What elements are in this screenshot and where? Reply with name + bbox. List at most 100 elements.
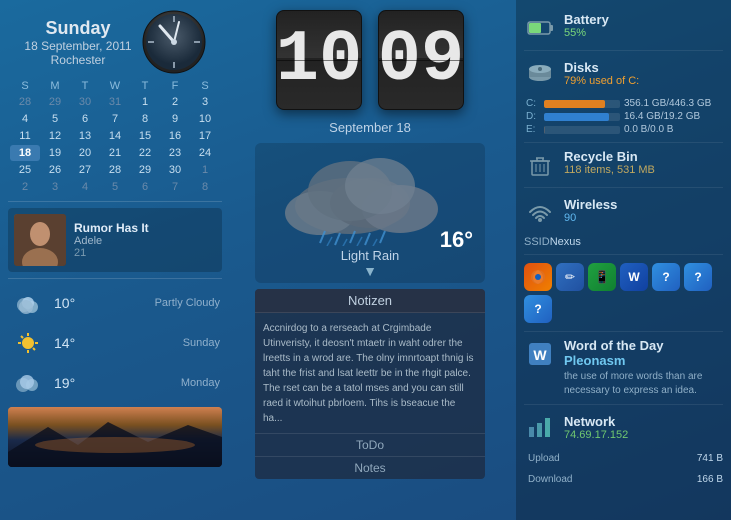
cloudy-icon bbox=[12, 371, 44, 395]
cal-cell[interactable]: 7 bbox=[160, 179, 190, 195]
wireless-signal: 90 bbox=[564, 212, 723, 224]
cal-cell[interactable]: 1 bbox=[130, 94, 160, 110]
cal-cell[interactable]: 20 bbox=[70, 145, 100, 161]
disks-subtitle: 79% used of C: bbox=[564, 75, 723, 87]
recycle-info: Recycle Bin 118 items, 531 MB bbox=[564, 149, 723, 176]
right-panel: Battery 55% Disks 79% used of C: C: bbox=[516, 0, 731, 520]
notes-label[interactable]: Notes bbox=[255, 456, 485, 479]
cal-cell[interactable]: 19 bbox=[40, 145, 70, 161]
cal-cell[interactable]: 2 bbox=[10, 179, 40, 195]
album-art bbox=[14, 214, 66, 266]
track-title: Rumor Has It bbox=[74, 221, 149, 235]
left-panel: Sunday 18 September, 2011 Rochester bbox=[0, 0, 230, 520]
firefox-svg bbox=[529, 268, 547, 286]
cal-cell[interactable]: 5 bbox=[40, 111, 70, 127]
cal-cell[interactable]: 30 bbox=[70, 94, 100, 110]
disk-row-d: D: 16.4 GB/19.2 GB bbox=[524, 110, 723, 123]
word-icon[interactable]: W bbox=[620, 263, 648, 291]
track-info: Rumor Has It Adele 21 bbox=[74, 221, 149, 259]
cal-cell[interactable]: 12 bbox=[40, 128, 70, 144]
cal-cell[interactable]: 30 bbox=[160, 162, 190, 178]
wireless-info: Wireless 90 bbox=[564, 197, 723, 224]
cal-cell[interactable]: 21 bbox=[100, 145, 130, 161]
calendar-header: S M T W T F S bbox=[10, 80, 220, 92]
analog-clock bbox=[142, 10, 206, 74]
cal-cell[interactable]: 17 bbox=[190, 128, 220, 144]
disk-used-c: 356.1 GB/446.3 GB bbox=[622, 97, 723, 110]
cal-cell[interactable]: 8 bbox=[130, 111, 160, 127]
notes-todo[interactable]: ToDo bbox=[255, 433, 485, 456]
cal-cell[interactable]: 13 bbox=[70, 128, 100, 144]
cal-cell[interactable]: 9 bbox=[160, 111, 190, 127]
edit-icon[interactable]: ✏ bbox=[556, 263, 584, 291]
cal-cell[interactable]: 23 bbox=[160, 145, 190, 161]
cal-cell[interactable]: 29 bbox=[40, 94, 70, 110]
network-stats: Upload 741 B bbox=[524, 453, 723, 464]
help-icon-3[interactable]: ? bbox=[524, 295, 552, 323]
photo-strip bbox=[8, 407, 222, 467]
cal-cell[interactable]: 16 bbox=[160, 128, 190, 144]
disk-label-d: D: bbox=[524, 110, 542, 123]
city-name: Rochester bbox=[24, 53, 131, 67]
cal-cell[interactable]: 3 bbox=[190, 94, 220, 110]
download-label: Download bbox=[528, 474, 572, 485]
battery-title: Battery bbox=[564, 12, 723, 27]
recycle-title: Recycle Bin bbox=[564, 149, 723, 164]
divider2 bbox=[8, 278, 222, 279]
cal-cell[interactable]: 27 bbox=[70, 162, 100, 178]
cal-cell-today[interactable]: 18 bbox=[10, 145, 40, 161]
disk-info: Disks 79% used of C: bbox=[564, 60, 723, 87]
wotd-word: Pleonasm bbox=[564, 353, 723, 368]
weather-row-0: 10° Partly Cloudy bbox=[0, 283, 230, 323]
battery-info: Battery 55% bbox=[564, 12, 723, 39]
cal-cell[interactable]: 15 bbox=[130, 128, 160, 144]
recycle-svg-icon bbox=[526, 151, 554, 179]
battery-icon bbox=[524, 12, 556, 44]
cal-cell[interactable]: 8 bbox=[190, 179, 220, 195]
cal-cell[interactable]: 2 bbox=[160, 94, 190, 110]
help-icon-2[interactable]: ? bbox=[684, 263, 712, 291]
network-svg-icon bbox=[526, 413, 554, 441]
cal-cell[interactable]: 26 bbox=[40, 162, 70, 178]
cal-cell[interactable]: 4 bbox=[10, 111, 40, 127]
disk-icon bbox=[524, 57, 556, 89]
cal-cell[interactable]: 1 bbox=[190, 162, 220, 178]
cal-cell[interactable]: 6 bbox=[130, 179, 160, 195]
cal-cell[interactable]: 5 bbox=[100, 179, 130, 195]
cal-cell[interactable]: 11 bbox=[10, 128, 40, 144]
wotd-widget: W Word of the Day Pleonasm the use of mo… bbox=[524, 332, 723, 405]
cal-cell[interactable]: 10 bbox=[190, 111, 220, 127]
date-area: Sunday 18 September, 2011 Rochester bbox=[0, 0, 230, 74]
disk-bar-e bbox=[542, 123, 622, 136]
help-icon-1[interactable]: ? bbox=[652, 263, 680, 291]
wireless-icon bbox=[524, 194, 556, 226]
phone-icon[interactable]: 📱 bbox=[588, 263, 616, 291]
cal-cell[interactable]: 31 bbox=[100, 94, 130, 110]
wotd-info: Word of the Day Pleonasm the use of more… bbox=[564, 338, 723, 398]
cal-cell[interactable]: 28 bbox=[100, 162, 130, 178]
cal-cell[interactable]: 3 bbox=[40, 179, 70, 195]
battery-widget: Battery 55% bbox=[524, 6, 723, 51]
disk-row-c: C: 356.1 GB/446.3 GB bbox=[524, 97, 723, 110]
weather-temp-2: 19° bbox=[54, 375, 94, 391]
notes-body[interactable]: Accnirdog to a rerseach at Crgimbade Uti… bbox=[255, 313, 485, 433]
flip-clock: 10 09 bbox=[235, 10, 505, 110]
cal-cell[interactable]: 7 bbox=[100, 111, 130, 127]
cal-cell[interactable]: 28 bbox=[10, 94, 40, 110]
network-info: Network 74.69.17.152 bbox=[564, 414, 723, 441]
disk-bar-c bbox=[542, 97, 622, 110]
cal-cell[interactable]: 6 bbox=[70, 111, 100, 127]
calendar-grid: 28 29 30 31 1 2 3 4 5 6 7 8 9 10 11 12 1… bbox=[10, 94, 220, 195]
weather-widget: 16° Light Rain ▼ bbox=[255, 143, 485, 283]
disk-bar-d bbox=[542, 110, 622, 123]
firefox-icon[interactable] bbox=[524, 263, 552, 291]
cal-cell[interactable]: 22 bbox=[130, 145, 160, 161]
calendar: S M T W T F S 28 29 30 31 1 2 3 4 5 6 7 … bbox=[10, 80, 220, 195]
cal-cell[interactable]: 25 bbox=[10, 162, 40, 178]
cal-cell[interactable]: 24 bbox=[190, 145, 220, 161]
cal-cell[interactable]: 29 bbox=[130, 162, 160, 178]
cal-cell[interactable]: 4 bbox=[70, 179, 100, 195]
disk-label-e: E: bbox=[524, 123, 542, 136]
cal-cell[interactable]: 14 bbox=[100, 128, 130, 144]
upload-label: Upload bbox=[528, 453, 560, 464]
